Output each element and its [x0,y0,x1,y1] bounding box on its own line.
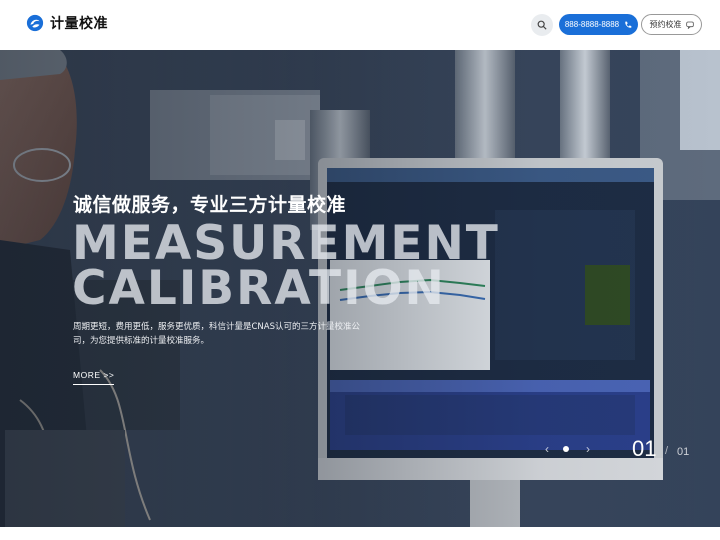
chat-bubble-icon [685,21,694,29]
site-header: 计量校准 888-8888-8888 预约校准 [0,0,720,50]
logo[interactable]: 计量校准 [26,13,108,33]
hero-title-line2: CALIBRATION [72,261,446,316]
search-icon [537,20,547,30]
phone-icon [625,21,632,28]
pager-separator: / [665,445,669,457]
pager-total: 01 [677,446,690,458]
hero-slogan: 诚信做服务，专业三方计量校准 [73,194,347,216]
phone-button[interactable]: 888-8888-8888 [559,14,638,35]
chevron-left-icon[interactable]: ‹ [541,442,553,456]
hero-title-line1: MEASUREMENT [72,216,500,271]
slide-dot[interactable] [563,446,569,452]
phone-number: 888-8888-8888 [564,20,620,29]
logo-text: 计量校准 [50,16,108,32]
chevron-right-icon[interactable]: › [582,442,594,456]
book-label: 预约校准 [649,20,682,29]
hero-banner: 诚信做服务，专业三方计量校准 MEASUREMENT CALIBRATION 周… [0,50,720,527]
logo-swirl-icon [26,14,44,32]
hero-description: 周期更短，费用更低，服务更优质，科信计量是CNAS认可的三方计量校准公司，为您提… [73,322,361,346]
more-link[interactable]: MORE >> [73,370,115,385]
book-calibration-button[interactable]: 预约校准 [641,14,702,35]
search-button[interactable] [531,14,553,36]
pager-current: 01 [632,436,657,461]
